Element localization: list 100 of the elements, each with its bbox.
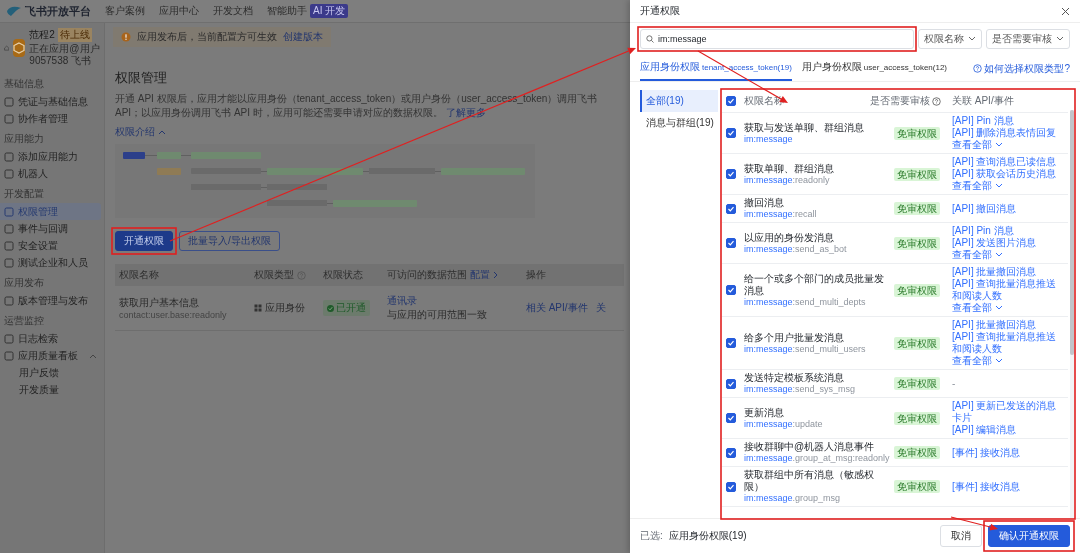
nav-link[interactable]: 客户案例 <box>105 4 145 18</box>
nav-link-text[interactable]: 智能助手 <box>267 4 307 18</box>
help-link[interactable]: 如何选择权限类型? <box>973 61 1070 76</box>
checkbox[interactable] <box>726 169 736 179</box>
sidebar-item[interactable]: 版本管理与发布 <box>0 292 101 309</box>
api-link[interactable]: [事件] 接收消息 <box>952 446 1064 459</box>
checkbox[interactable] <box>726 481 736 492</box>
checkbox[interactable] <box>726 378 736 389</box>
permission-name: 以应用的身份发消息 <box>744 231 835 244</box>
app-name: 范程2 <box>29 28 55 42</box>
sidebar-item[interactable]: 安全设置 <box>0 237 101 254</box>
permission-type: 应用身份 <box>264 301 305 315</box>
status-tag: 已开通 <box>323 300 371 316</box>
api-link[interactable]: [API] 查询消息已读信息 <box>952 156 1064 168</box>
api-link[interactable]: [API] 发送图片消息 <box>952 237 1064 249</box>
sidebar-item[interactable]: 权限管理 <box>0 203 101 220</box>
filter-dropdown[interactable]: 权限名称 <box>918 29 982 49</box>
confirm-button[interactable]: 确认开通权限 <box>988 525 1070 547</box>
square-icon <box>4 113 14 124</box>
create-version-link[interactable]: 创建版本 <box>283 30 323 44</box>
help-icon[interactable] <box>932 96 941 106</box>
highlight-box <box>111 227 177 255</box>
chevron-icon <box>968 36 976 42</box>
search-field[interactable]: im:message <box>640 29 914 49</box>
api-link[interactable]: [API] 查询批量消息推送和阅读人数 <box>952 331 1064 355</box>
square-icon <box>4 240 14 251</box>
intro-toggle[interactable]: 权限介绍 <box>115 125 166 139</box>
checkbox[interactable] <box>726 285 736 295</box>
chevron-icon <box>1056 36 1064 42</box>
view-all-link[interactable]: 查看全部 <box>952 355 1003 367</box>
category-item[interactable]: 消息与群组(19) <box>640 112 718 134</box>
column-header: 是否需要审核 <box>870 94 930 108</box>
scrollbar[interactable] <box>1070 110 1074 518</box>
square-icon <box>4 295 14 306</box>
cancel-button[interactable]: 取消 <box>940 525 982 547</box>
review-free-badge: 免审权限 <box>894 126 940 140</box>
check-icon <box>327 304 335 312</box>
batch-import-button[interactable]: 批量导入/导出权限 <box>179 231 280 251</box>
data-scope-link[interactable]: 通讯录 <box>387 295 418 306</box>
sidebar-item[interactable]: 凭证与基础信息 <box>0 93 101 110</box>
permission-scope: im:message:send_multi_users <box>744 343 867 355</box>
api-link[interactable]: [API] 编辑消息 <box>952 424 1064 436</box>
sidebar-item[interactable]: 开发质量 <box>0 381 101 398</box>
view-all-link[interactable]: 查看全部 <box>952 139 1003 151</box>
checkbox[interactable] <box>726 338 736 348</box>
view-all-link[interactable]: 查看全部 <box>952 249 1003 261</box>
category-item[interactable]: 全部(19) <box>640 90 718 112</box>
api-link[interactable]: [API] 撤回消息 <box>952 202 1064 215</box>
grid-icon <box>253 304 262 312</box>
permission-name: 给多个用户批量发消息 <box>744 331 845 344</box>
api-link[interactable]: [API] 查询批量消息推送和阅读人数 <box>952 278 1064 302</box>
permission-name: 获取与发送单聊、群组消息 <box>744 121 865 134</box>
view-all-link[interactable]: 查看全部 <box>952 302 1003 314</box>
sidebar-item[interactable]: 添加应用能力 <box>0 148 101 165</box>
checkbox[interactable] <box>726 447 736 458</box>
help-icon <box>973 64 983 73</box>
chevron-icon <box>995 358 1003 364</box>
action-link[interactable]: 关 <box>595 301 606 315</box>
permission-tab[interactable]: 用户身份权限 user_access_token(12) <box>801 56 947 81</box>
chevron-icon <box>158 129 166 135</box>
api-link[interactable]: [API] 批量撤回消息 <box>952 266 1064 278</box>
checkbox[interactable] <box>726 203 736 214</box>
selected-label: 已选: <box>640 529 663 543</box>
nav-link[interactable]: 开发文档 <box>213 4 253 18</box>
api-link[interactable]: [API] 获取会话历史消息 <box>952 168 1064 180</box>
api-link[interactable]: [API] 更新已发送的消息卡片 <box>952 400 1064 424</box>
sidebar-item[interactable]: 日志检索 <box>0 330 101 347</box>
api-link[interactable]: [API] 批量撤回消息 <box>952 319 1064 331</box>
warning-icon <box>121 32 131 42</box>
action-link[interactable]: 相关 API/事件 <box>525 301 588 315</box>
close-icon[interactable] <box>1061 6 1070 16</box>
sidebar-item[interactable]: 事件与回调 <box>0 220 101 237</box>
sidebar-item[interactable]: 协作者管理 <box>0 110 101 127</box>
open-permission-button[interactable]: 开通权限 <box>115 231 173 251</box>
permission-scope: im:message:send_as_bot <box>744 243 848 255</box>
api-link[interactable]: [API] Pin 消息 <box>952 115 1064 127</box>
checkbox[interactable] <box>726 128 736 138</box>
column-header: 关联 API/事件 <box>952 94 1014 108</box>
permission-name: 更新消息 <box>744 406 785 419</box>
nav-link[interactable]: 应用中心 <box>159 4 199 18</box>
sidebar-item[interactable]: 用户反馈 <box>0 364 101 381</box>
sidebar-item[interactable]: 应用质量看板 <box>0 347 101 364</box>
api-link[interactable]: [API] 删除消息表情回复 <box>952 127 1064 139</box>
api-link[interactable]: [API] Pin 消息 <box>952 225 1064 237</box>
checkbox[interactable] <box>726 238 736 248</box>
drawer-title: 开通权限 <box>640 4 680 18</box>
square-icon <box>4 206 14 217</box>
api-link[interactable]: [事件] 接收消息 <box>952 480 1064 493</box>
review-free-badge: 免审权限 <box>894 236 940 250</box>
empty-mark: - <box>952 377 957 390</box>
permission-name: 接收群聊中@机器人消息事件 <box>744 441 876 453</box>
permission-scope: im:message:recall <box>744 209 818 220</box>
filter-dropdown[interactable]: 是否需要审核 <box>986 29 1070 49</box>
view-all-link[interactable]: 查看全部 <box>952 180 1003 192</box>
checkbox[interactable] <box>726 96 736 106</box>
sidebar-item[interactable]: 测试企业和人员 <box>0 254 101 271</box>
search-icon <box>646 35 654 43</box>
configure-link[interactable]: 配置 <box>470 268 491 282</box>
checkbox[interactable] <box>726 413 736 423</box>
sidebar-item[interactable]: 机器人 <box>0 165 101 182</box>
